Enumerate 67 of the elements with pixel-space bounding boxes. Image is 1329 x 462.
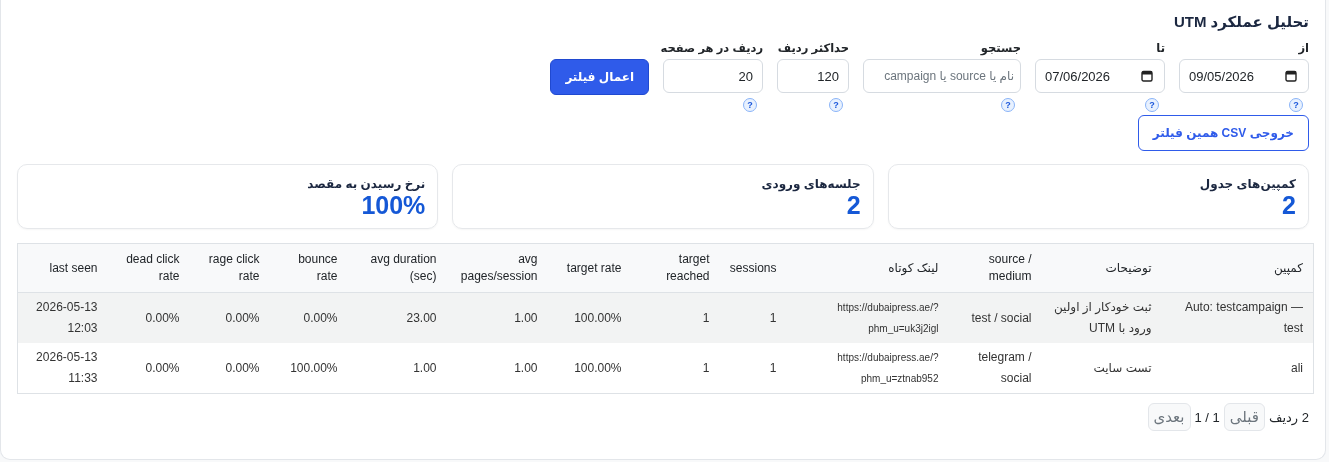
table-cell: ali: [1161, 343, 1314, 394]
table-cell: 0.00%: [107, 292, 190, 343]
table-cell: 2026-05-13 11:33: [17, 343, 108, 394]
column-header: توضیحات: [1041, 243, 1162, 293]
table-cell: 2026-05-13 12:03: [17, 292, 108, 343]
export-csv-button[interactable]: خروجی CSV همین فیلتر: [1137, 115, 1309, 151]
table-cell: 1: [631, 343, 720, 394]
calendar-icon[interactable]: [1141, 70, 1153, 82]
table-cell: test / social: [948, 292, 1042, 343]
search-field[interactable]: نام یا source یا campaign: [863, 59, 1021, 93]
field-label: از: [1298, 41, 1309, 55]
page-indicator: 1 / 1: [1194, 409, 1220, 425]
table-cell: 1: [719, 343, 787, 394]
table-cell: 1.00: [446, 343, 548, 394]
table-cell: 100.00%: [547, 292, 632, 343]
column-header: avg duration (sec): [347, 243, 447, 293]
column-header: کمپین: [1161, 243, 1314, 293]
table-cell: 1: [719, 292, 787, 343]
table-cell: 1.00: [446, 292, 548, 343]
row-count: 2 ردیف: [1269, 409, 1309, 425]
table-cell: 0.00%: [189, 292, 270, 343]
short-link[interactable]: https://dubaipress.ae/?phm_u=uk3j2igl: [786, 292, 949, 343]
column-header: لینک کوتاه: [786, 243, 949, 293]
table-cell: 1.00: [347, 343, 447, 394]
help-icon[interactable]: ?: [743, 98, 757, 112]
number-field[interactable]: 120: [777, 59, 849, 93]
table-cell: 0.00%: [269, 292, 348, 343]
field-label: تا: [1156, 41, 1165, 55]
table-cell: تست سایت: [1041, 343, 1162, 394]
stat-label: نرخ رسیدن به مقصد: [307, 177, 426, 191]
number-field[interactable]: 20: [663, 59, 763, 93]
table-cell: 0.00%: [189, 343, 270, 394]
date-field[interactable]: 09/05/2026: [1179, 59, 1309, 93]
stat-value: 2: [1282, 191, 1296, 219]
short-link[interactable]: https://dubaipress.ae/?phm_u=ztnab952: [786, 343, 949, 394]
help-icon[interactable]: ?: [1001, 98, 1015, 112]
table-cell: Auto: testcampaign — test: [1161, 292, 1314, 343]
field-label: جستجو: [980, 41, 1021, 55]
table-cell: telegram / social: [948, 343, 1042, 394]
column-header: bounce rate: [269, 243, 348, 293]
table-cell: 100.00%: [547, 343, 632, 394]
stat-label: کمپین‌های جدول: [1199, 177, 1296, 191]
column-header: dead click rate: [107, 243, 190, 293]
field-label: حداکثر ردیف: [777, 41, 849, 55]
table-cell: 0.00%: [107, 343, 190, 394]
table-cell: 23.00: [347, 292, 447, 343]
column-header: sessions: [719, 243, 787, 293]
stat-value: 100%: [361, 191, 426, 219]
stat-value: 2: [846, 191, 861, 219]
column-header: source / medium: [948, 243, 1042, 293]
column-header: last seen: [17, 243, 108, 293]
table-cell: 100.00%: [269, 343, 348, 394]
calendar-icon[interactable]: [1285, 70, 1297, 82]
field-label: ردیف در هر صفحه: [660, 41, 763, 55]
column-header: target reached: [631, 243, 720, 293]
column-header: rage click rate: [189, 243, 270, 293]
help-icon[interactable]: ?: [829, 98, 843, 112]
column-header: avg pages/session: [446, 243, 548, 293]
help-icon[interactable]: ?: [1145, 98, 1159, 112]
stat-label: جلسه‌های ورودی: [761, 177, 861, 191]
page-title: تحلیل عملکرد UTM: [1173, 13, 1309, 31]
column-header: target rate: [547, 243, 632, 293]
help-icon[interactable]: ?: [1289, 98, 1303, 112]
apply-filter-button[interactable]: اعمال فیلتر: [550, 58, 649, 95]
date-field[interactable]: 07/06/2026: [1035, 59, 1165, 93]
table-cell: 1: [631, 292, 720, 343]
table-cell: ثبت خودکار از اولین ورود با UTM: [1041, 292, 1162, 343]
